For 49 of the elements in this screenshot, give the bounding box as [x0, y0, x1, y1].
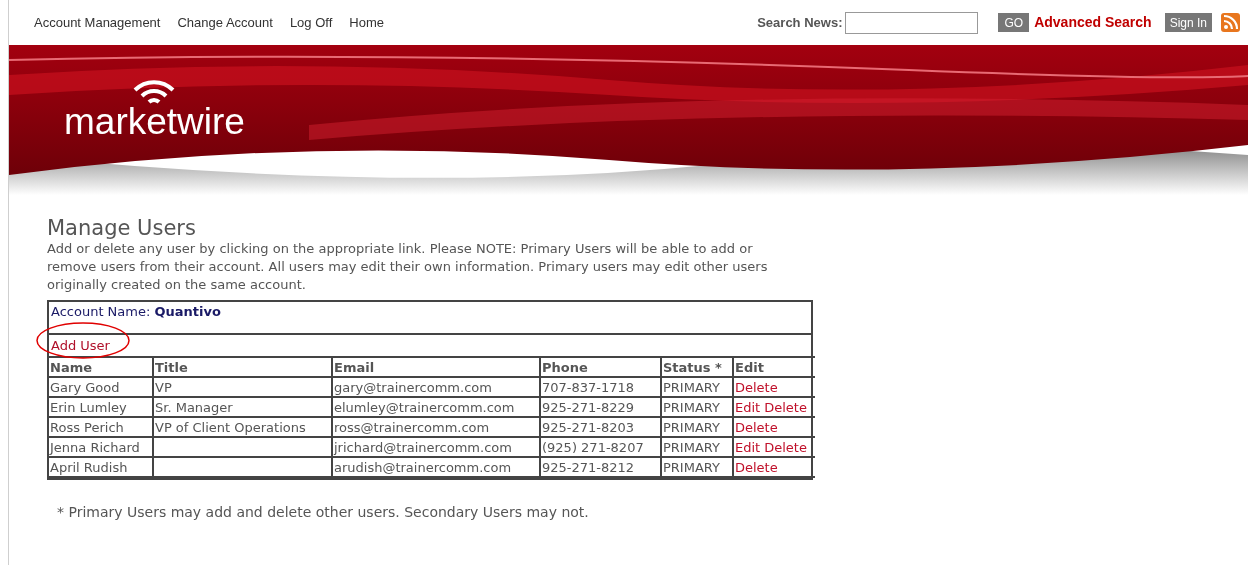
table-cell: VP of Client Operations — [155, 419, 306, 435]
action-link[interactable]: Delete — [764, 439, 807, 455]
go-button[interactable]: GO — [998, 13, 1030, 32]
footnote: * Primary Users may add and delete other users. Secondary Users may not. — [57, 503, 590, 522]
table-cell: Erin Lumley — [50, 399, 127, 415]
table-cell: Sr. Manager — [155, 399, 233, 415]
action-link[interactable]: Edit — [735, 399, 761, 415]
table-cell: Ross Perich — [50, 419, 124, 435]
sign-in-button[interactable]: Sign In — [1164, 13, 1212, 32]
page-description: Add or delete any user by clicking on the appropriate link. Please NOTE: Primary Users will be able to add or remove users from their account. All users may edit their own information. Primary users may edit other users originally created on the same account. — [47, 240, 769, 294]
page-title: Manage Users — [47, 216, 197, 240]
table-cell: VP — [155, 379, 172, 395]
advanced-search-link[interactable]: Advanced Search — [1034, 12, 1152, 33]
table-cell: PRIMARY — [663, 399, 720, 415]
nav-link[interactable]: Home — [349, 12, 384, 33]
column-header: Title — [153, 357, 332, 377]
table-cell: Jenna Richard — [50, 439, 140, 455]
wifi-icon — [132, 78, 177, 104]
table-cell: PRIMARY — [663, 379, 720, 395]
nav-link[interactable]: Log Off — [289, 12, 333, 33]
column-header: Name — [49, 357, 153, 377]
table-cell: elumley@trainercomm.com — [334, 399, 515, 415]
search-field[interactable] — [845, 11, 979, 34]
nav-link[interactable]: Change Account — [177, 12, 273, 33]
table-cell: 925-271-8212 — [542, 459, 635, 475]
column-header: Email — [332, 357, 540, 377]
nav-link[interactable]: Account Management — [34, 12, 161, 33]
column-header: Status * — [661, 357, 733, 377]
action-link[interactable]: Delete — [764, 399, 807, 415]
table-cell: 925-271-8229 — [542, 399, 635, 415]
table-cell: 707-837-1718 — [542, 379, 635, 395]
logo-text: marketwire — [64, 102, 245, 142]
table-cell: Gary Good — [50, 379, 120, 395]
rss-icon[interactable] — [1221, 13, 1240, 32]
action-link[interactable]: Edit — [735, 439, 761, 455]
table-cell: April Rudish — [50, 459, 128, 475]
column-header: Edit — [733, 357, 815, 377]
account-name-label: Account Name: Quantivo — [51, 304, 221, 319]
table-cell: jrichard@trainercomm.com — [334, 439, 512, 455]
table-cell: (925) 271-8207 — [542, 439, 644, 455]
table-cell: gary@trainercomm.com — [334, 379, 492, 395]
table-cell: 925-271-8203 — [542, 419, 635, 435]
table-cell: PRIMARY — [663, 459, 720, 475]
column-header: Phone — [540, 357, 661, 377]
table-cell: PRIMARY — [663, 419, 720, 435]
search-label: Search News: — [757, 13, 843, 32]
table-cell: ross@trainercomm.com — [334, 419, 490, 435]
table-cell: arudish@trainercomm.com — [334, 459, 512, 475]
table-cell: PRIMARY — [663, 439, 720, 455]
